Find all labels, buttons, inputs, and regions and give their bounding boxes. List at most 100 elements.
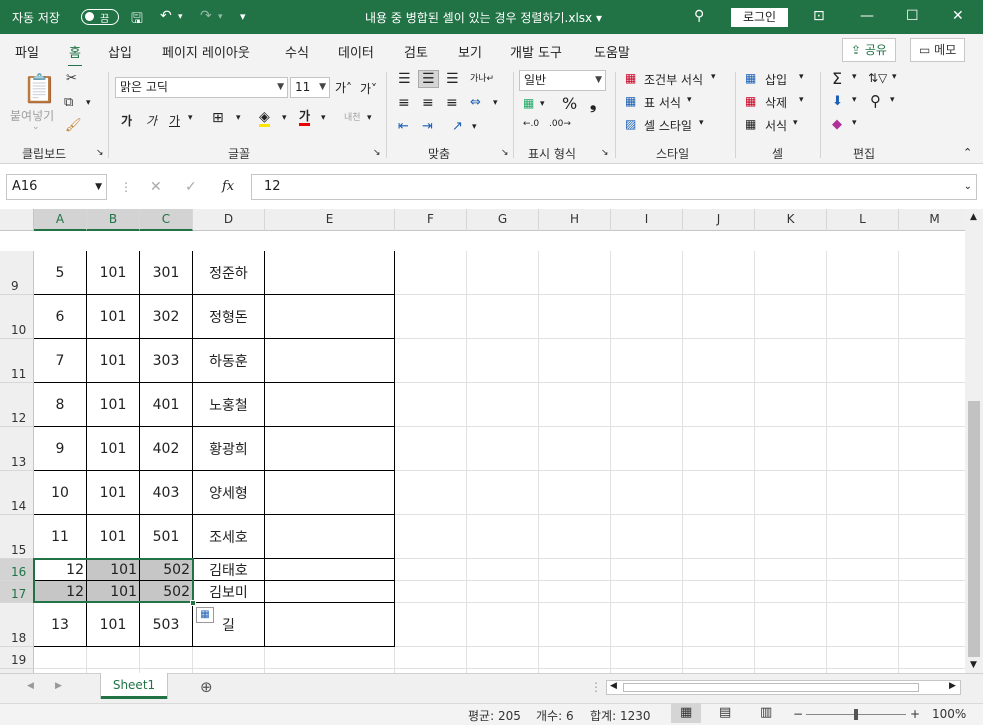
- prev-sheet-icon[interactable]: ◀: [27, 681, 34, 691]
- paste-icon[interactable]: 📋: [22, 72, 57, 105]
- cell-j19[interactable]: [683, 647, 755, 669]
- orientation-icon[interactable]: ↗: [452, 119, 463, 134]
- cell-d15[interactable]: 조세호: [193, 515, 265, 559]
- undo-dropdown-icon[interactable]: ▾: [178, 12, 183, 22]
- increase-decimal-icon[interactable]: ←.0: [523, 119, 539, 129]
- tab-split-grip-icon[interactable]: ⋮: [590, 680, 602, 694]
- cell-g18[interactable]: [467, 603, 539, 647]
- sort-filter-dropdown-icon[interactable]: ▾: [892, 72, 897, 82]
- column-header-c[interactable]: C: [140, 209, 193, 231]
- cell-m11[interactable]: [899, 339, 965, 383]
- close-icon[interactable]: ✕: [952, 8, 964, 24]
- cell-i14[interactable]: [611, 471, 683, 515]
- cell-h18[interactable]: [539, 603, 611, 647]
- cell-f9[interactable]: [395, 251, 467, 295]
- expand-formula-icon[interactable]: ⌄: [964, 175, 972, 199]
- cell-i18[interactable]: [611, 603, 683, 647]
- name-box[interactable]: A16 ▼: [6, 174, 107, 200]
- cell-e11[interactable]: [265, 339, 395, 383]
- font-color-dropdown-icon[interactable]: ▾: [321, 113, 326, 123]
- align-center-icon[interactable]: ≡: [422, 95, 434, 111]
- italic-icon[interactable]: 가: [146, 112, 157, 129]
- comments-button[interactable]: ▭ 메모: [910, 38, 966, 62]
- cell-a19[interactable]: [34, 647, 87, 669]
- cell-m17[interactable]: [899, 581, 965, 603]
- cell-m13[interactable]: [899, 427, 965, 471]
- cell-style-button[interactable]: 셀 스타일: [644, 117, 692, 134]
- sheet-tab-sheet1[interactable]: Sheet1: [101, 673, 167, 699]
- cell-b19[interactable]: [87, 647, 140, 669]
- collapse-ribbon-icon[interactable]: ⌃: [963, 146, 972, 159]
- merge-dropdown-icon[interactable]: ▾: [493, 98, 498, 108]
- cell-f11[interactable]: [395, 339, 467, 383]
- cell-d17[interactable]: 김보미: [193, 581, 265, 603]
- column-header-k[interactable]: K: [755, 209, 827, 231]
- fill-color-dropdown-icon[interactable]: ▾: [282, 113, 287, 123]
- border-dropdown-icon[interactable]: ▾: [236, 113, 241, 123]
- page-break-view-icon[interactable]: ▥: [760, 705, 772, 720]
- cell-i19[interactable]: [611, 647, 683, 669]
- cell-e12[interactable]: [265, 383, 395, 427]
- cell-a9[interactable]: 5: [34, 251, 87, 295]
- select-all-corner[interactable]: [0, 209, 34, 231]
- scroll-right-icon[interactable]: ▶: [949, 681, 956, 691]
- align-bottom-icon[interactable]: ☰: [446, 71, 459, 87]
- decrease-decimal-icon[interactable]: .00→: [549, 119, 571, 129]
- column-header-i[interactable]: I: [611, 209, 683, 231]
- cell-l16[interactable]: [827, 559, 899, 581]
- font-name-combo[interactable]: 맑은 고딕 ▼: [115, 77, 288, 98]
- cell-h14[interactable]: [539, 471, 611, 515]
- cell-g9[interactable]: [467, 251, 539, 295]
- cell-b18[interactable]: 101: [87, 603, 140, 647]
- cell-f13[interactable]: [395, 427, 467, 471]
- cell-k12[interactable]: [755, 383, 827, 427]
- cell-l17[interactable]: [827, 581, 899, 603]
- cell-h19[interactable]: [539, 647, 611, 669]
- conditional-format-icon[interactable]: ▦: [625, 71, 636, 85]
- cell-f10[interactable]: [395, 295, 467, 339]
- cell-m12[interactable]: [899, 383, 965, 427]
- font-size-combo[interactable]: 11 ▼: [290, 77, 330, 98]
- cell-i9[interactable]: [611, 251, 683, 295]
- cut-icon[interactable]: ✂: [66, 71, 77, 86]
- cell-b11[interactable]: 101: [87, 339, 140, 383]
- clear-dropdown-icon[interactable]: ▾: [852, 118, 857, 128]
- tab-page-layout[interactable]: 페이지 레이아웃: [162, 42, 250, 61]
- cell-j12[interactable]: [683, 383, 755, 427]
- cell-k13[interactable]: [755, 427, 827, 471]
- cell-e19[interactable]: [265, 647, 395, 669]
- cell-j16[interactable]: [683, 559, 755, 581]
- cell-k18[interactable]: [755, 603, 827, 647]
- cell-j13[interactable]: [683, 427, 755, 471]
- cell-c12[interactable]: 401: [140, 383, 193, 427]
- cell-j18[interactable]: [683, 603, 755, 647]
- cell-j9[interactable]: [683, 251, 755, 295]
- column-header-g[interactable]: G: [467, 209, 539, 231]
- cell-j10[interactable]: [683, 295, 755, 339]
- cell-k15[interactable]: [755, 515, 827, 559]
- row-header-17[interactable]: 17: [0, 581, 34, 603]
- copy-icon[interactable]: ⧉: [64, 95, 73, 110]
- cell-b17[interactable]: 101: [87, 581, 140, 603]
- cell-g10[interactable]: [467, 295, 539, 339]
- format-cells-icon[interactable]: ▦: [745, 117, 756, 131]
- zoom-slider-thumb[interactable]: [854, 709, 858, 720]
- cell-d9[interactable]: 정준하: [193, 251, 265, 295]
- tab-review[interactable]: 검토: [404, 42, 428, 61]
- cell-e14[interactable]: [265, 471, 395, 515]
- cell-f18[interactable]: [395, 603, 467, 647]
- cell-style-dropdown-icon[interactable]: ▾: [699, 118, 704, 128]
- cell-i17[interactable]: [611, 581, 683, 603]
- conditional-format-button[interactable]: 조건부 서식: [644, 71, 703, 88]
- column-header-l[interactable]: L: [827, 209, 899, 231]
- cell-c19[interactable]: [140, 647, 193, 669]
- cell-i15[interactable]: [611, 515, 683, 559]
- vertical-scrollbar[interactable]: ▲ ▼: [965, 209, 983, 673]
- cell-a17[interactable]: 12: [34, 581, 87, 603]
- autosave-toggle[interactable]: 끔: [81, 9, 119, 25]
- cell-a16[interactable]: 12: [34, 559, 87, 581]
- cell-h11[interactable]: [539, 339, 611, 383]
- cell-l19[interactable]: [827, 647, 899, 669]
- zoom-level[interactable]: 100%: [932, 707, 966, 721]
- customize-qat-icon[interactable]: ▾: [240, 10, 246, 23]
